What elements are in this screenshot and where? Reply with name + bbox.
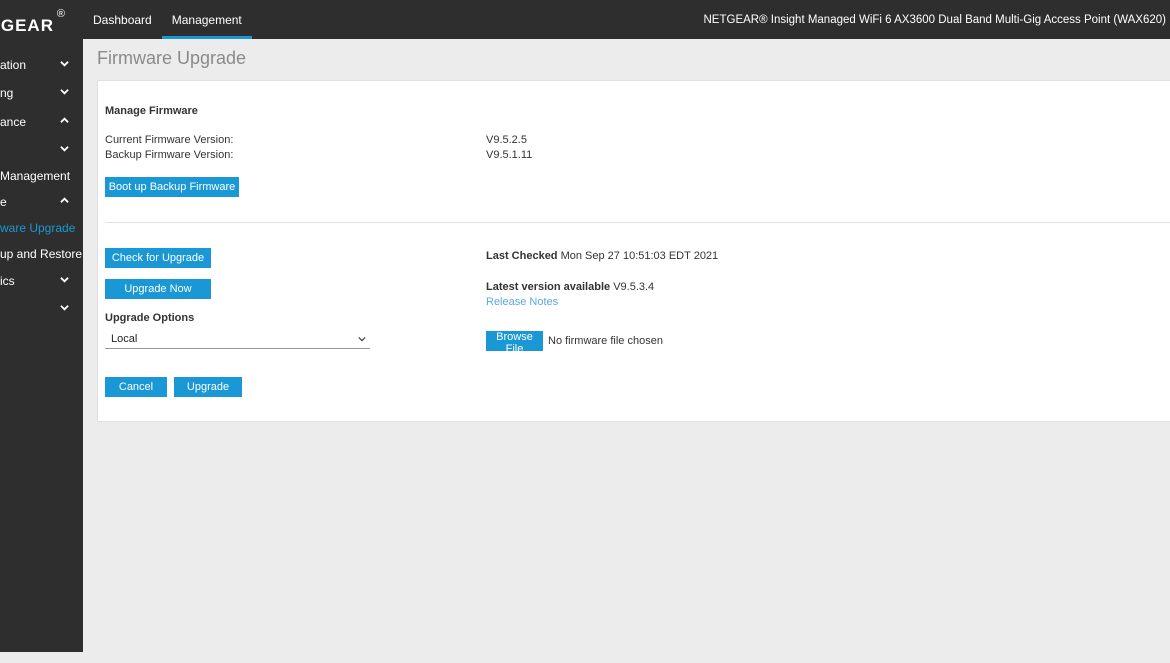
current-firmware-label: Current Firmware Version:: [105, 134, 234, 146]
sidebar-item-group[interactable]: [0, 137, 83, 163]
upgrade-button[interactable]: Upgrade: [174, 377, 242, 397]
sidebar-item-firmware-upgrade[interactable]: ware Upgrade: [0, 215, 83, 241]
chevron-up-icon: [60, 117, 69, 123]
device-title: NETGEAR® Insight Managed WiFi 6 AX3600 D…: [703, 14, 1167, 26]
chevron-down-icon: [60, 61, 69, 67]
main-nav: Dashboard Management: [83, 0, 252, 39]
backup-firmware-label: Backup Firmware Version:: [105, 149, 234, 161]
last-checked-value: Mon Sep 27 10:51:03 EDT 2021: [560, 250, 719, 262]
check-for-upgrade-button[interactable]: Check for Upgrade: [105, 248, 211, 268]
chevron-down-icon: [60, 305, 69, 311]
boot-backup-firmware-button[interactable]: Boot up Backup Firmware: [105, 177, 239, 197]
sidebar-item-label: ance: [0, 115, 27, 129]
sidebar-item-backup-and-restore[interactable]: up and Restore: [0, 241, 83, 267]
upgrade-now-button[interactable]: Upgrade Now: [105, 279, 211, 299]
chevron-down-icon: [358, 336, 366, 342]
last-checked: Last Checked Mon Sep 27 10:51:03 EDT 202…: [486, 250, 718, 262]
sidebar: ation ng ance Management e ware Upgrade …: [0, 39, 83, 652]
sidebar-item-label: ng: [0, 86, 14, 100]
sidebar-item-configuration[interactable]: ation: [0, 52, 83, 78]
sidebar-item-label: e: [0, 195, 7, 209]
latest-version-value: V9.5.3.4: [613, 281, 655, 293]
chevron-up-icon: [60, 197, 69, 203]
sidebar-item-label: up and Restore: [0, 247, 83, 261]
latest-version: Latest version available V9.5.3.4: [486, 281, 654, 293]
manage-firmware-heading: Manage Firmware: [105, 105, 198, 117]
sidebar-item-firmware[interactable]: e: [0, 189, 83, 215]
nav-dashboard[interactable]: Dashboard: [83, 0, 162, 39]
sidebar-item-label: ware Upgrade: [0, 221, 76, 235]
sidebar-item-maintenance[interactable]: ance: [0, 109, 83, 135]
last-checked-label: Last Checked: [486, 250, 558, 262]
browse-file-button[interactable]: Browse File: [486, 331, 543, 355]
sidebar-item-more[interactable]: [0, 296, 83, 322]
nav-management[interactable]: Management: [161, 0, 252, 39]
sidebar-item-monitoring[interactable]: ng: [0, 80, 83, 106]
chevron-down-icon: [60, 146, 69, 152]
firmware-card: Manage Firmware Current Firmware Version…: [97, 80, 1170, 422]
sidebar-item-label: ation: [0, 58, 27, 72]
upgrade-options-value: Local: [111, 333, 138, 345]
backup-firmware-value: V9.5.1.11: [486, 149, 533, 161]
page-title: Firmware Upgrade: [97, 48, 247, 68]
upgrade-options-label: Upgrade Options: [105, 312, 195, 324]
sidebar-item-label: ics: [0, 274, 15, 288]
release-notes-link[interactable]: Release Notes: [486, 296, 558, 308]
chevron-down-icon: [60, 89, 69, 95]
latest-version-label: Latest version available: [486, 281, 611, 293]
sidebar-item-label: Management: [0, 169, 71, 183]
top-bar: GEAR ® Dashboard Management NETGEAR® Insi…: [0, 0, 1170, 39]
chevron-down-icon: [60, 277, 69, 283]
sidebar-item-diagnostics[interactable]: ics: [0, 268, 83, 294]
sidebar-item-management[interactable]: Management: [0, 163, 83, 189]
current-firmware-value: V9.5.2.5: [486, 134, 527, 146]
upgrade-options-select[interactable]: Local: [105, 327, 370, 349]
cancel-button[interactable]: Cancel: [105, 377, 167, 397]
divider: [105, 222, 1170, 223]
no-file-chosen-text: No firmware file chosen: [548, 335, 663, 347]
netgear-logo[interactable]: GEAR ®: [0, 0, 78, 39]
